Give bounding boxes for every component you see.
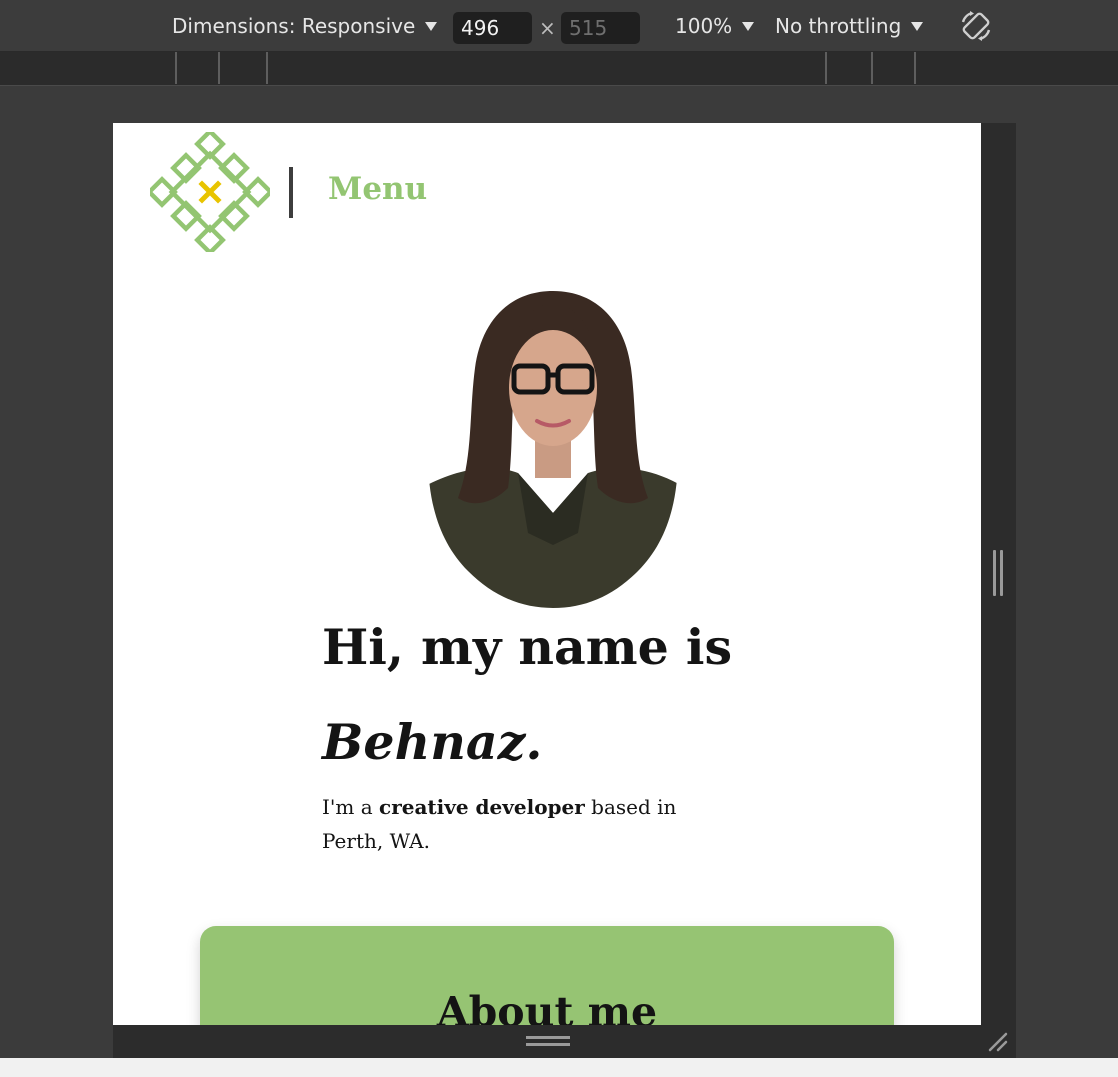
bottom-resize-grip-icon[interactable]	[526, 1034, 570, 1048]
height-input[interactable]: 515	[561, 12, 640, 44]
about-title: About me	[436, 988, 658, 1025]
media-query-marker[interactable]	[266, 52, 268, 84]
devtools-bottom-strip	[0, 1058, 1118, 1077]
width-input[interactable]: 496	[453, 12, 532, 44]
media-query-marker[interactable]	[218, 52, 220, 84]
media-query-marker[interactable]	[914, 52, 916, 84]
intro-role: creative developer	[379, 795, 585, 819]
dimensions-dropdown[interactable]: Dimensions: Responsive	[172, 0, 438, 52]
throttling-label: No throttling	[775, 14, 902, 38]
media-query-marker[interactable]	[825, 52, 827, 84]
right-resize-grip-icon[interactable]	[993, 550, 1003, 596]
width-value: 496	[461, 16, 500, 40]
headline-greeting: Hi, my name is	[322, 618, 733, 676]
dimensions-label: Dimensions: Responsive	[172, 14, 416, 38]
headline-name: Behnaz.	[322, 713, 543, 771]
chevron-down-icon	[425, 21, 438, 31]
about-section: About me	[200, 926, 894, 1025]
rotate-icon	[961, 11, 991, 41]
chevron-down-icon	[911, 21, 924, 31]
intro-text: I'm a creative developer based in Perth,…	[322, 790, 722, 858]
media-query-marker[interactable]	[175, 52, 177, 84]
chevron-down-icon	[742, 21, 755, 31]
intro-prefix: I'm a	[322, 795, 380, 819]
rotate-button[interactable]	[958, 0, 994, 52]
media-query-marker[interactable]	[871, 52, 873, 84]
logo-divider	[289, 167, 293, 218]
device-viewport: Menu Hi, my name is Behnaz. I'm a creati…	[113, 123, 981, 1025]
media-query-bar	[0, 52, 1118, 86]
zoom-dropdown[interactable]: 100%	[675, 0, 755, 52]
menu-link[interactable]: Menu	[328, 171, 427, 207]
corner-resize-icon[interactable]	[986, 1030, 1010, 1054]
height-placeholder: 515	[569, 16, 608, 40]
zoom-label: 100%	[675, 14, 733, 38]
times-separator: ×	[539, 16, 556, 40]
device-toolbar: Dimensions: Responsive 496 × 515 100% No…	[0, 0, 1118, 52]
logo-icon[interactable]	[150, 132, 270, 252]
throttling-dropdown[interactable]: No throttling	[775, 0, 924, 52]
profile-photo	[428, 285, 678, 608]
